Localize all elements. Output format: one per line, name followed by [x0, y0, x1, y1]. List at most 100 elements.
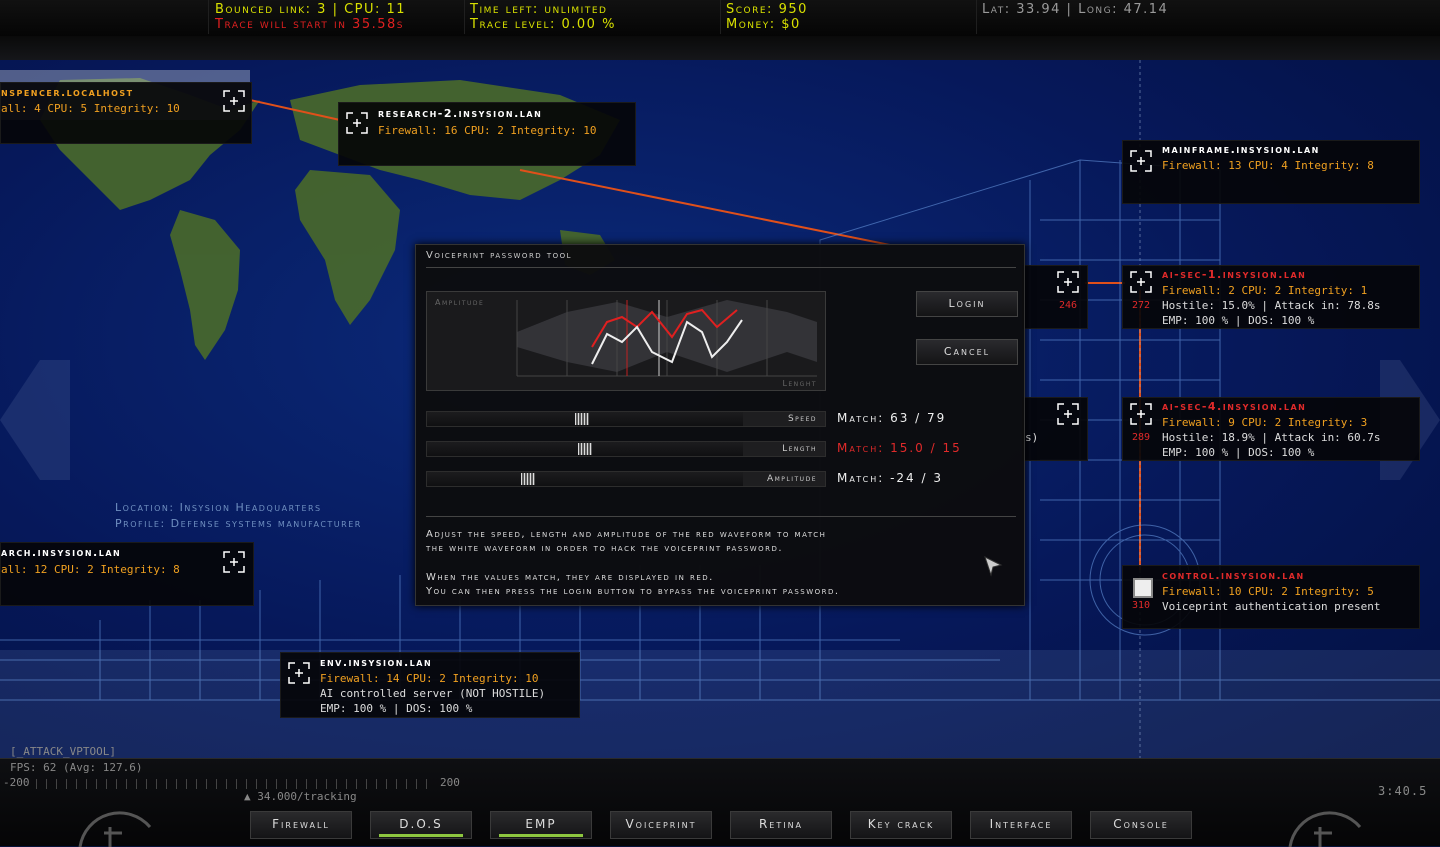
node-research[interactable]: arch.insysion.lan all: 12 CPU: 2 Integri…	[0, 542, 254, 606]
tool-dos-button[interactable]: D.O.S	[370, 811, 472, 839]
axis-max: 200	[440, 776, 460, 789]
tool-label: EMP	[525, 817, 557, 831]
target-icon[interactable]	[222, 89, 246, 113]
node-stats: Firewall: 10 CPU: 2 Integrity: 5	[1162, 585, 1374, 598]
dialog-title: Voiceprint password tool	[426, 250, 573, 261]
node-ai-sec-4[interactable]: 289 ai-sec-4.insysion.lan Firewall: 9 CP…	[1122, 397, 1420, 461]
tool-emp-button[interactable]: EMP	[490, 811, 592, 839]
node-emp-dos: EMP: 100 % | DOS: 100 %	[1162, 314, 1315, 327]
node-partial-text: s)	[1025, 431, 1039, 444]
score-text: Score: 950	[726, 2, 808, 17]
selected-target-icon[interactable]	[1133, 578, 1153, 598]
tool-active-indicator	[379, 834, 463, 837]
node-name: control.insysion.lan	[1162, 569, 1305, 582]
tool-label: Console	[1113, 817, 1169, 831]
target-icon[interactable]	[1056, 270, 1080, 294]
speed-slider-thumb[interactable]	[575, 413, 589, 425]
length-match: Match: 15.0 / 15	[837, 441, 962, 455]
node-number: 272	[1132, 300, 1151, 311]
node-stats: Firewall: 9 CPU: 2 Integrity: 3	[1162, 416, 1368, 429]
node-stub-left[interactable]: s)	[1022, 397, 1088, 461]
node-name: env.insysion.lan	[320, 656, 433, 669]
tracking-arrow-icon: ▲	[244, 790, 251, 803]
login-button[interactable]: Login	[916, 291, 1018, 317]
node-number: 246	[1059, 300, 1078, 311]
node-voiceprint-note: Voiceprint authentication present	[1162, 600, 1381, 613]
tool-voiceprint-button[interactable]: Voiceprint	[610, 811, 712, 839]
node-control[interactable]: 310 control.insysion.lan Firewall: 10 CP…	[1122, 565, 1420, 629]
node-name: nspencer.localhost	[1, 86, 134, 99]
mouse-cursor-icon	[984, 556, 1003, 577]
node-ai-sec-1[interactable]: 272 ai-sec-1.insysion.lan Firewall: 2 CP…	[1122, 265, 1420, 329]
hud-band	[0, 36, 1440, 60]
bottom-toolbar: [_ATTACK_VPTOOL] FPS: 62 (Avg: 127.6) -2…	[0, 745, 1440, 847]
trace-start-text: Trace will start in 35.58s	[215, 17, 404, 32]
top-hud: Bounced link: 3 | CPU: 11 Trace will sta…	[0, 0, 1440, 37]
instructions-line-4: You can then press the login button to b…	[426, 586, 840, 597]
tool-retina-button[interactable]: Retina	[730, 811, 832, 839]
target-icon[interactable]	[287, 661, 311, 685]
node-name: arch.insysion.lan	[1, 546, 122, 559]
instructions-line-3: When the values match, they are displaye…	[426, 572, 714, 583]
tool-label: D.O.S	[399, 817, 443, 831]
waveform-display: Amplitude Lenght	[426, 291, 826, 391]
attack-tag: [_ATTACK_VPTOOL]	[10, 745, 116, 758]
node-stats: Firewall: 13 CPU: 4 Integrity: 8	[1162, 159, 1374, 172]
node-emp-dos: EMP: 100 % | DOS: 100 %	[320, 702, 473, 715]
tool-console-button[interactable]: Console	[1090, 811, 1192, 839]
amplitude-match: Match: -24 / 3	[837, 471, 943, 485]
instructions-line-1: Adjust the speed, length and amplitude o…	[426, 529, 827, 540]
logo-left-icon	[78, 811, 152, 847]
target-icon[interactable]	[1129, 149, 1153, 173]
target-icon[interactable]	[222, 550, 246, 574]
time-left-text: Time left: unlimited	[470, 2, 608, 17]
fps-readout: FPS: 62 (Avg: 127.6)	[10, 761, 143, 774]
node-stats: all: 12 CPU: 2 Integrity: 8	[1, 563, 180, 576]
instructions-line-2: the white waveform in order to hack the …	[426, 543, 784, 554]
tool-key-crack-button[interactable]: Key crack	[850, 811, 952, 839]
tool-interface-button[interactable]: Interface	[970, 811, 1072, 839]
node-number: 310	[1132, 600, 1151, 611]
target-icon[interactable]	[1056, 402, 1080, 426]
length-slider-thumb[interactable]	[578, 443, 592, 455]
node-number: 289	[1132, 432, 1151, 443]
node-hostile: Hostile: 18.9% | Attack in: 60.7s	[1162, 431, 1381, 444]
frequency-scale	[36, 779, 434, 789]
amplitude-slider-thumb[interactable]	[521, 473, 535, 485]
tool-label: Interface	[989, 817, 1053, 831]
node-stub-246[interactable]: 246	[1022, 265, 1088, 329]
speed-label: Speed	[743, 412, 825, 426]
tool-label: Key crack	[867, 817, 935, 831]
money-text: Money: $0	[726, 17, 801, 32]
tool-label: Retina	[758, 817, 804, 831]
length-label: Length	[743, 442, 825, 456]
tracking-readout: ▲ 34.000/tracking	[244, 790, 357, 803]
speed-slider[interactable]: Speed	[426, 411, 826, 427]
node-mainframe[interactable]: mainframe.insysion.lan Firewall: 13 CPU:…	[1122, 140, 1420, 204]
length-slider[interactable]: Length	[426, 441, 826, 457]
node-research-2[interactable]: research-2.insysion.lan Firewall: 16 CPU…	[338, 102, 636, 166]
target-icon[interactable]	[1129, 402, 1153, 426]
game-clock: 3:40.5	[1378, 784, 1428, 798]
node-spencer-localhost[interactable]: nspencer.localhost all: 4 CPU: 5 Integri…	[0, 82, 252, 144]
speed-match: Match: 63 / 79	[837, 411, 947, 425]
node-emp-dos: EMP: 100 % | DOS: 100 %	[1162, 446, 1315, 459]
logo-right-icon	[1288, 811, 1362, 847]
target-icon[interactable]	[1129, 270, 1153, 294]
axis-min: -200	[3, 776, 30, 789]
node-stats: all: 4 CPU: 5 Integrity: 10	[1, 102, 180, 115]
node-name: research-2.insysion.lan	[378, 107, 543, 120]
amplitude-slider[interactable]: Amplitude	[426, 471, 826, 487]
title-divider	[426, 267, 1016, 268]
node-name: ai-sec-1.insysion.lan	[1162, 268, 1307, 281]
target-icon[interactable]	[345, 111, 369, 135]
tool-label: Voiceprint	[625, 817, 697, 831]
waveform-graph	[516, 300, 817, 377]
node-stats: Firewall: 2 CPU: 2 Integrity: 1	[1162, 284, 1368, 297]
profile-text: Profile: Defense systems manufacturer	[115, 517, 362, 530]
tracking-value: 34.000/tracking	[257, 790, 357, 803]
tool-firewall-button[interactable]: Firewall	[250, 811, 352, 839]
cancel-button[interactable]: Cancel	[916, 339, 1018, 365]
tool-label: Firewall	[272, 817, 330, 831]
node-env[interactable]: env.insysion.lan Firewall: 14 CPU: 2 Int…	[280, 652, 580, 718]
